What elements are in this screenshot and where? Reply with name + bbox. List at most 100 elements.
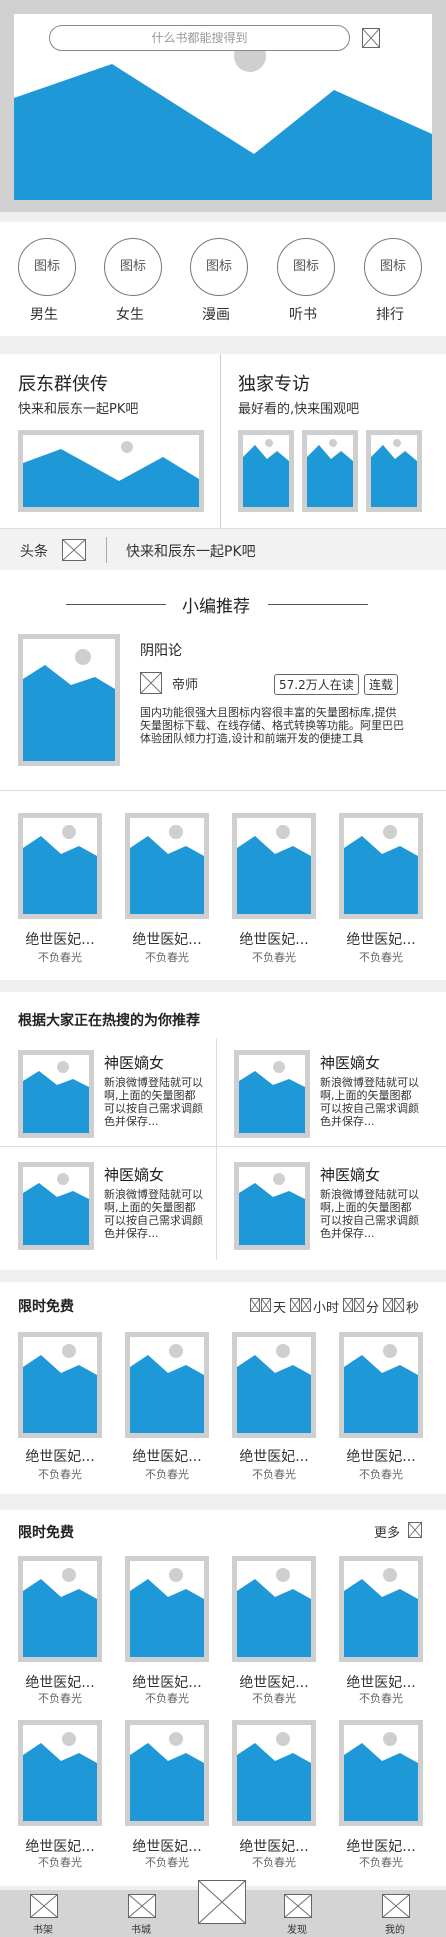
book-description: 国内功能很强大且图标内容很丰富的矢量图标库,提供矢量图标下载、在线存储、格式转换… (140, 706, 404, 745)
book-subtitle: 不负春光 (38, 951, 82, 964)
promo-title: 辰东群侠传 (18, 374, 108, 395)
book-title: 绝世医妃... (132, 1675, 202, 1691)
category-label: 听书 (289, 307, 317, 323)
book-subtitle: 不负春光 (359, 1856, 403, 1869)
digit-box (261, 1298, 271, 1312)
headline-bar[interactable]: 头条 快来和辰东一起PK吧 (0, 528, 446, 570)
category-icon: 图标 (190, 238, 248, 296)
bottom-tab-bar: 书架 书城 发现 我的 (0, 1880, 446, 1937)
book-subtitle: 不负春光 (145, 1692, 189, 1705)
search-input[interactable]: 什么书都能搜得到 (49, 25, 350, 51)
category-label: 排行 (376, 307, 404, 323)
book-title: 绝世医妃... (239, 932, 309, 948)
headline-label: 头条 (20, 544, 48, 560)
countdown-unit: 天 (273, 1301, 287, 1316)
headline-divider (106, 537, 107, 563)
discover-icon (284, 1894, 312, 1918)
book-author: 帝师 (172, 678, 199, 693)
promo-section: 辰东群侠传 快来和辰东一起PK吧 独家专访 最好看的,快来围观吧 (0, 354, 446, 528)
digit-box (354, 1298, 364, 1312)
section-title: 限时免费 (18, 1299, 74, 1315)
book-cover (339, 813, 423, 919)
book-cover (18, 1162, 94, 1250)
book-title: 绝世医妃... (25, 1839, 95, 1855)
book-cover (125, 1332, 209, 1438)
center-action-icon (198, 1880, 246, 1924)
promo-image (238, 430, 294, 512)
book-title: 神医嫡女 (320, 1166, 381, 1184)
digit-box (301, 1298, 311, 1312)
promo-image (366, 430, 422, 512)
book-cover (232, 1332, 316, 1438)
digit-box (250, 1298, 260, 1312)
banner-section: 什么书都能搜得到 (0, 0, 446, 212)
headline-text: 快来和辰东一起PK吧 (126, 544, 256, 560)
book-cover (339, 1332, 423, 1438)
book-title: 绝世医妃... (239, 1449, 309, 1465)
tab-label: 书架 (33, 1925, 53, 1936)
digit-box (383, 1298, 393, 1312)
book-subtitle: 不负春光 (38, 1856, 82, 1869)
promo-divider (220, 354, 221, 528)
profile-icon (382, 1894, 410, 1918)
book-subtitle: 不负春光 (252, 1692, 296, 1705)
book-title: 绝世医妃... (132, 1839, 202, 1855)
book-subtitle: 不负春光 (359, 1692, 403, 1705)
book-subtitle: 不负春光 (252, 951, 296, 964)
book-cover (232, 1556, 316, 1662)
category-icon: 图标 (18, 238, 76, 296)
book-description: 新浪微博登陆就可以啊,上面的矢量图都可以按自己需求调颜色并保存... (104, 1188, 203, 1240)
book-title: 绝世医妃... (25, 1675, 95, 1691)
book-description: 新浪微博登陆就可以啊,上面的矢量图都可以按自己需求调颜色并保存... (104, 1076, 203, 1128)
book-description: 新浪微博登陆就可以啊,上面的矢量图都可以按自己需求调颜色并保存... (320, 1076, 419, 1128)
section-title: 小编推荐 (182, 597, 250, 617)
promo-subtitle: 快来和辰东一起PK吧 (18, 402, 139, 417)
section-rule (66, 604, 166, 605)
hot-divider-h (0, 1146, 446, 1147)
readers-badge: 57.2万人在读 (274, 674, 359, 695)
promo-subtitle: 最好看的,快来围观吧 (238, 402, 360, 417)
book-cover (125, 1720, 209, 1826)
section-title: 限时免费 (18, 1525, 74, 1541)
hot-divider-v (216, 1038, 217, 1260)
book-title: 绝世医妃... (346, 932, 416, 948)
book-cover (18, 813, 102, 919)
book-subtitle: 不负春光 (359, 1468, 403, 1481)
category-icon: 图标 (364, 238, 422, 296)
book-cover (18, 634, 120, 766)
category-nav: 图标 男生 图标 女生 图标 漫画 图标 听书 图标 排行 (0, 222, 446, 336)
headline-icon (62, 539, 86, 561)
more-label: 更多 (374, 1526, 401, 1541)
book-cover (125, 1556, 209, 1662)
book-subtitle: 不负春光 (145, 951, 189, 964)
book-title: 绝世医妃... (132, 932, 202, 948)
countdown-unit: 分 (366, 1301, 380, 1316)
book-subtitle: 不负春光 (252, 1856, 296, 1869)
book-subtitle: 不负春光 (38, 1692, 82, 1705)
message-icon[interactable] (362, 28, 380, 48)
status-badge: 连载 (364, 674, 399, 695)
tab-label: 书城 (131, 1925, 151, 1936)
digit-box (394, 1298, 404, 1312)
section-rule (268, 604, 368, 605)
category-label: 女生 (116, 307, 144, 323)
book-subtitle: 不负春光 (38, 1468, 82, 1481)
book-cover (18, 1050, 94, 1138)
book-cover (18, 1556, 102, 1662)
book-cover (125, 813, 209, 919)
book-subtitle: 不负春光 (252, 1468, 296, 1481)
category-label: 漫画 (202, 307, 230, 323)
promo-title: 独家专访 (238, 374, 310, 395)
bookstore-icon (128, 1894, 156, 1918)
free-section-countdown: 限时免费 天 小时 分 秒 绝世医妃... 不负春光 绝世医妃... 不负春光 … (0, 1282, 446, 1494)
book-cover (232, 813, 316, 919)
book-description: 新浪微博登陆就可以啊,上面的矢量图都可以按自己需求调颜色并保存... (320, 1188, 419, 1240)
book-cover (18, 1720, 102, 1826)
book-title: 绝世医妃... (132, 1449, 202, 1465)
category-icon: 图标 (277, 238, 335, 296)
promo-image (18, 430, 204, 512)
more-arrow-icon (408, 1522, 422, 1538)
countdown-unit: 秒 (406, 1301, 420, 1316)
author-icon (140, 672, 162, 694)
book-title: 绝世医妃... (239, 1675, 309, 1691)
